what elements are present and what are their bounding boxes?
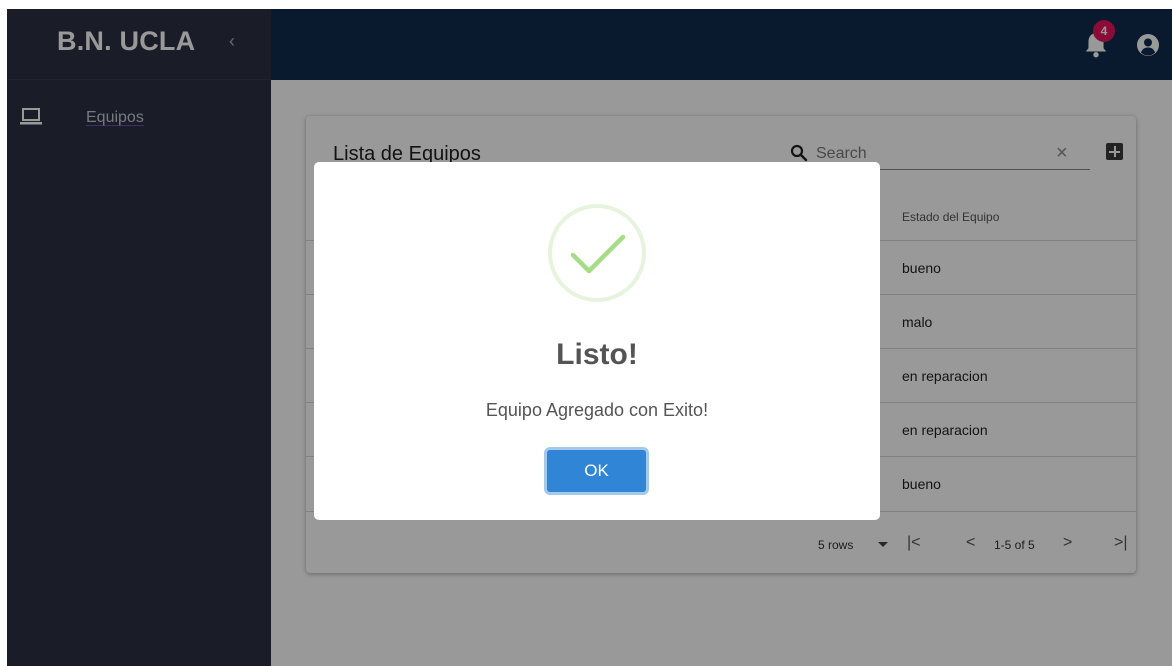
- success-check-icon: [548, 204, 646, 302]
- ok-button[interactable]: OK: [544, 447, 649, 495]
- success-dialog: Listo! Equipo Agregado con Exito! OK: [314, 162, 880, 520]
- dialog-message: Equipo Agregado con Exito!: [485, 400, 709, 420]
- dialog-title: Listo!: [556, 338, 638, 371]
- ok-button-label: OK: [584, 461, 609, 480]
- app-frame: B.N. UCLA ‹ Equipos 4 Lista de Equipos S…: [7, 9, 1172, 666]
